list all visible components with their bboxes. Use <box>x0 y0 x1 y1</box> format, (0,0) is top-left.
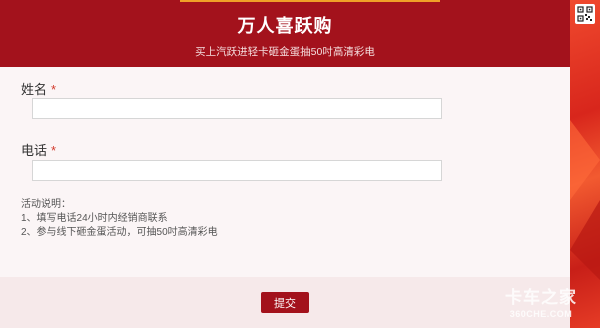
header-accent-line <box>180 0 440 2</box>
name-label-text: 姓名 <box>21 82 48 97</box>
side-decoration <box>570 0 600 328</box>
form-panel: 万人喜跃购 买上汽跃进轻卡砸金蛋抽50吋高清彩电 姓名 * 电话 * 活动说明： 1… <box>0 0 570 328</box>
qr-code-glyph <box>577 6 593 22</box>
activity-notes: 活动说明： 1、填写电话24小时内经销商联系 2、参与线下砸金蛋活动，可抽50吋… <box>21 198 218 240</box>
required-mark: * <box>51 143 57 158</box>
qr-code-icon[interactable] <box>575 4 595 24</box>
required-mark: * <box>51 82 57 97</box>
submit-button[interactable]: 提交 <box>261 292 309 313</box>
decor-triangle <box>570 200 600 280</box>
watermark-brand: 卡车之家 <box>505 288 577 307</box>
name-label: 姓名 * <box>21 79 56 98</box>
watermark-domain: 360CHE.COM <box>509 309 573 319</box>
decor-triangle <box>570 120 600 200</box>
phone-label-text: 电话 <box>21 143 48 158</box>
phone-label: 电话 * <box>21 140 56 159</box>
notes-item: 1、填写电话24小时内经销商联系 <box>21 213 168 224</box>
name-field[interactable] <box>32 98 442 119</box>
phone-field[interactable] <box>32 160 442 181</box>
notes-item: 2、参与线下砸金蛋活动，可抽50吋高清彩电 <box>21 227 218 238</box>
page-subtitle: 买上汽跃进轻卡砸金蛋抽50吋高清彩电 <box>195 46 375 58</box>
header-banner: 万人喜跃购 买上汽跃进轻卡砸金蛋抽50吋高清彩电 <box>0 0 570 67</box>
page-title: 万人喜跃购 <box>237 16 333 36</box>
notes-heading: 活动说明： <box>21 199 71 210</box>
watermark: 卡车之家 360CHE.COM <box>505 288 577 322</box>
